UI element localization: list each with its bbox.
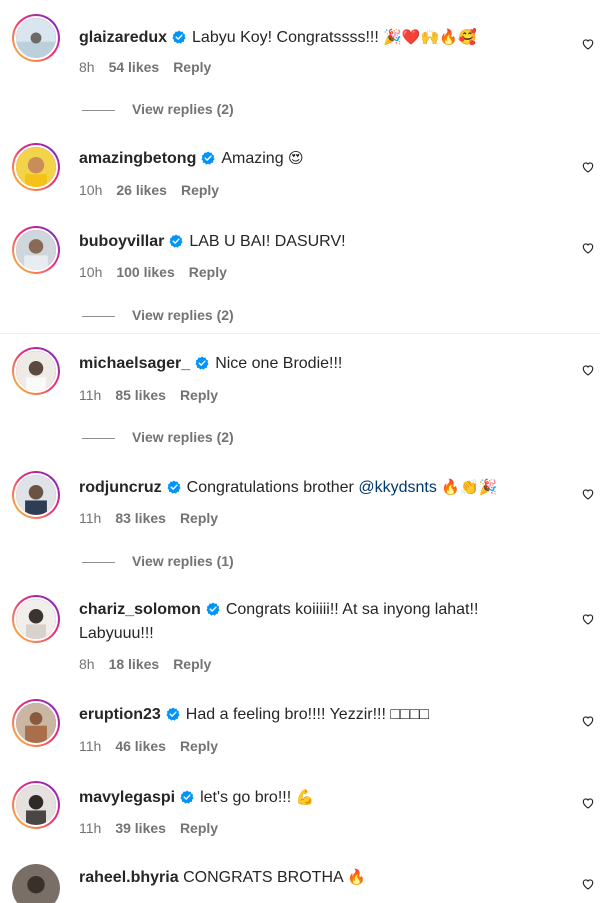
- comment-text: Labyu Koy! Congratssss!!!: [192, 29, 379, 46]
- avatar[interactable]: [12, 781, 60, 829]
- reply-button[interactable]: Reply: [180, 820, 218, 836]
- username[interactable]: mavylegaspi: [79, 789, 175, 806]
- comment-text: CONGRATS BROTHA: [183, 869, 343, 886]
- comment-item: chariz_solomon Congrats koiiiii!! At sa i…: [0, 588, 600, 688]
- username[interactable]: eruption23: [79, 706, 161, 723]
- divider: [82, 438, 115, 439]
- comment-text: LAB U BAI! DASURV!: [189, 233, 346, 250]
- heart-outline-icon[interactable]: [581, 877, 595, 891]
- timestamp[interactable]: 11h: [79, 387, 101, 403]
- heart-outline-icon[interactable]: [581, 796, 595, 810]
- avatar[interactable]: [12, 699, 60, 747]
- timestamp[interactable]: 11h: [79, 820, 101, 836]
- emoji: 😍: [288, 150, 304, 167]
- timestamp[interactable]: 10h: [79, 264, 102, 280]
- heart-outline-icon[interactable]: [581, 37, 595, 51]
- emoji: 💪: [295, 789, 315, 806]
- verified-badge-icon: [201, 151, 215, 165]
- timestamp[interactable]: 10h: [79, 182, 102, 198]
- comment-item: eruption23 Had a feeling bro!!!! Yezzir!!…: [0, 692, 600, 782]
- verified-badge-icon: [206, 602, 220, 616]
- reply-button[interactable]: Reply: [173, 656, 211, 672]
- avatar[interactable]: [12, 471, 60, 519]
- comment-text: Nice one Brodie!!!: [215, 355, 343, 372]
- username[interactable]: glaizaredux: [79, 29, 167, 46]
- likes-count[interactable]: 26 likes: [116, 182, 167, 198]
- divider: [82, 110, 115, 111]
- emoji: 🔥👏🎉: [441, 479, 498, 496]
- comment-item: raheel.bhyria CONGRATS BROTHA 🔥: [0, 856, 600, 903]
- timestamp[interactable]: 11h: [79, 738, 101, 754]
- comment-text: Amazing: [221, 150, 284, 167]
- reply-button[interactable]: Reply: [180, 738, 218, 754]
- reply-button[interactable]: Reply: [180, 387, 218, 403]
- heart-outline-icon[interactable]: [581, 714, 595, 728]
- emoji: 🔥: [347, 869, 366, 886]
- avatar[interactable]: [12, 14, 60, 62]
- comment-item: mavylegaspi let's go bro!!! 💪 11h 39 likes…: [0, 774, 600, 864]
- heart-outline-icon[interactable]: [581, 612, 595, 626]
- timestamp[interactable]: 11h: [79, 510, 101, 526]
- reply-button[interactable]: Reply: [173, 59, 211, 75]
- username[interactable]: amazingbetong: [79, 150, 196, 167]
- heart-outline-icon[interactable]: [581, 487, 595, 501]
- timestamp[interactable]: 8h: [79, 656, 95, 672]
- heart-outline-icon[interactable]: [581, 363, 595, 377]
- heart-outline-icon[interactable]: [581, 241, 595, 255]
- likes-count[interactable]: 54 likes: [109, 59, 160, 75]
- username[interactable]: rodjuncruz: [79, 479, 162, 496]
- likes-count[interactable]: 83 likes: [115, 510, 166, 526]
- comment-text: Congratulations brother: [186, 479, 354, 496]
- comment-item: rodjuncruz Congratulations brother @kkyds…: [0, 464, 600, 554]
- reply-button[interactable]: Reply: [181, 182, 219, 198]
- username[interactable]: raheel.bhyria: [79, 869, 179, 886]
- reply-button[interactable]: Reply: [189, 264, 227, 280]
- verified-badge-icon: [195, 356, 209, 370]
- emoji: 🎉❤️🙌🔥🥰: [383, 29, 477, 46]
- timestamp[interactable]: 8h: [79, 59, 95, 75]
- divider: [82, 316, 115, 317]
- likes-count[interactable]: 100 likes: [116, 264, 174, 280]
- username[interactable]: chariz_solomon: [79, 601, 201, 618]
- likes-count[interactable]: 46 likes: [115, 738, 166, 754]
- comment-item: buboyvillar LAB U BAI! DASURV! 10h 100 lik…: [0, 216, 600, 306]
- avatar[interactable]: [12, 226, 60, 274]
- likes-count[interactable]: 18 likes: [109, 656, 160, 672]
- comment-item: glaizaredux Labyu Koy! Congratssss!!! 🎉❤️…: [0, 0, 600, 90]
- likes-count[interactable]: 85 likes: [115, 387, 166, 403]
- heart-outline-icon[interactable]: [581, 160, 595, 174]
- comment-text: Had a feeling bro!!!! Yezzir!!! □□□□: [185, 706, 430, 723]
- username[interactable]: michaelsager_: [79, 355, 190, 372]
- verified-badge-icon: [180, 790, 194, 804]
- verified-badge-icon: [167, 480, 181, 494]
- avatar[interactable]: [12, 864, 60, 903]
- avatar[interactable]: [12, 595, 60, 643]
- reply-button[interactable]: Reply: [180, 510, 218, 526]
- verified-badge-icon: [169, 234, 183, 248]
- comment-text: let's go bro!!!: [200, 789, 292, 806]
- comment-item: amazingbetong Amazing 😍 10h 26 likes Reply: [0, 133, 600, 223]
- mention-link[interactable]: @kkydsnts: [358, 479, 436, 496]
- verified-badge-icon: [166, 707, 180, 721]
- verified-badge-icon: [172, 30, 186, 44]
- likes-count[interactable]: 39 likes: [115, 820, 166, 836]
- avatar[interactable]: [12, 347, 60, 395]
- username[interactable]: buboyvillar: [79, 233, 164, 250]
- divider: [0, 333, 600, 334]
- comment-item: michaelsager_ Nice one Brodie!!! 11h 85 li…: [0, 340, 600, 430]
- divider: [82, 562, 115, 563]
- avatar[interactable]: [12, 143, 60, 191]
